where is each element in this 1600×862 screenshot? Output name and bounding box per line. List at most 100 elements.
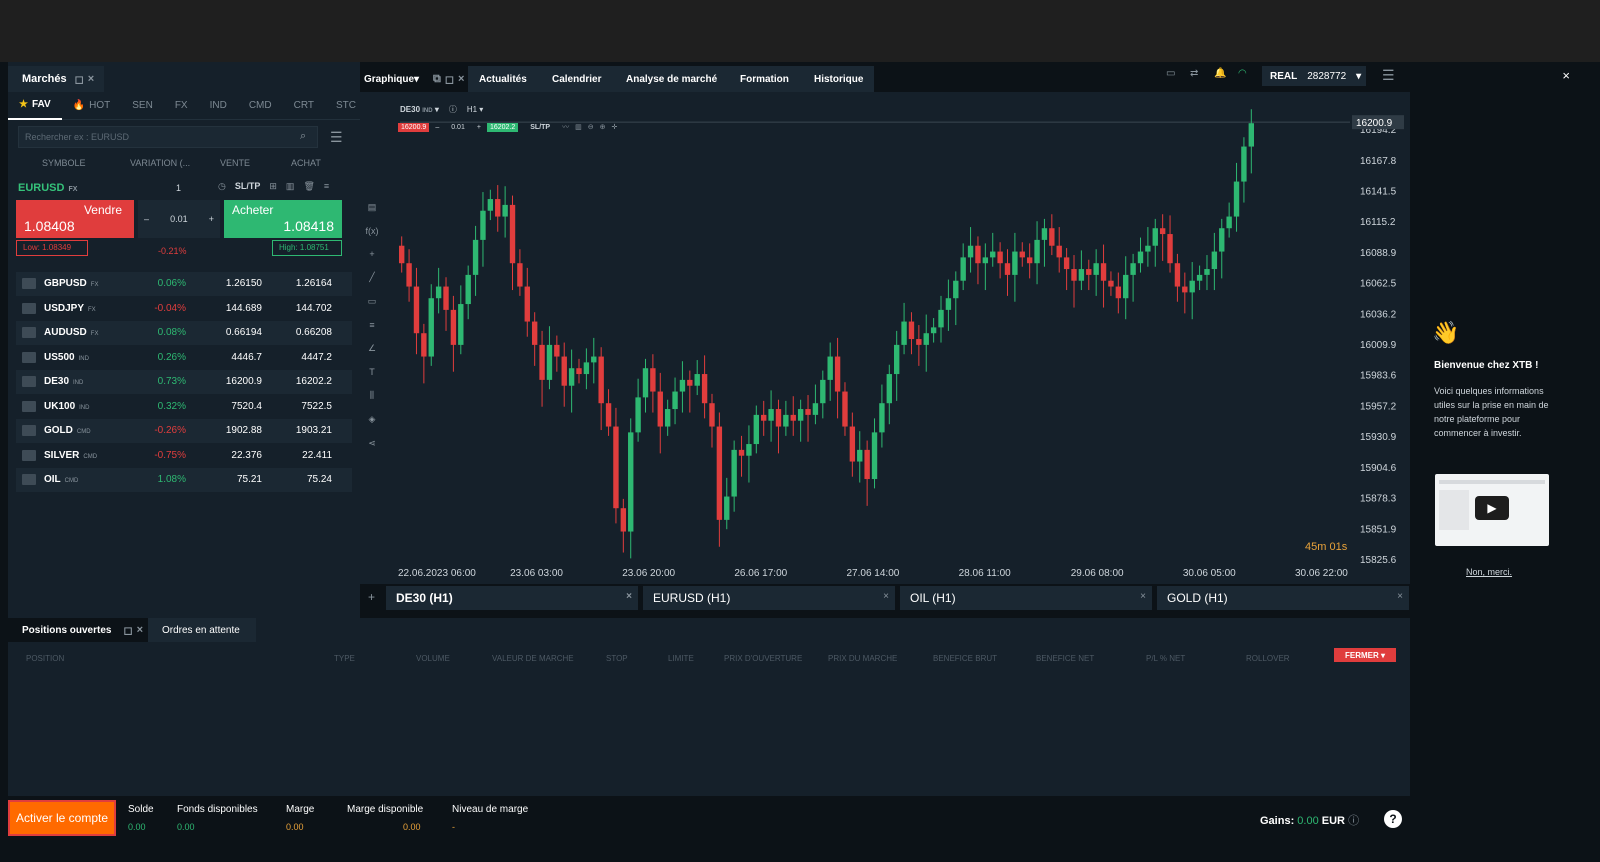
- close-icon[interactable]: ×: [1562, 68, 1570, 83]
- minus-icon[interactable]: –: [144, 214, 149, 224]
- tab-sen[interactable]: SEN: [121, 92, 164, 120]
- chart-area[interactable]: DE30 IND ▾ ⓘ H1 ▾ 16200.9 – 0.01 + 16202…: [360, 92, 1410, 584]
- video-thumbnail[interactable]: ▶: [1435, 474, 1549, 546]
- play-icon[interactable]: ▶: [1475, 496, 1509, 520]
- row-sell[interactable]: 7520.4: [208, 401, 262, 412]
- market-row[interactable]: OIL CMD 1.08% 75.21 75.24: [16, 468, 352, 492]
- row-buy[interactable]: 1.26164: [278, 278, 332, 289]
- network-icon[interactable]: ⇄: [1190, 68, 1198, 79]
- market-row[interactable]: SILVER CMD -0.75% 22.376 22.411: [16, 444, 352, 468]
- row-sell[interactable]: 22.376: [208, 450, 262, 461]
- dismiss-link[interactable]: Non, merci.: [1466, 567, 1512, 577]
- list-view-icon[interactable]: ☰: [330, 129, 343, 146]
- chart-tab-eurusd[interactable]: EURUSD (H1) ×: [643, 586, 895, 610]
- tab-open-positions[interactable]: Positions ouvertes ◻ ×: [8, 618, 148, 642]
- menu-icon[interactable]: ☰: [1382, 67, 1395, 84]
- market-row[interactable]: AUDUSD FX 0.08% 0.66194 0.66208: [16, 321, 352, 345]
- clock-icon[interactable]: ◷: [218, 181, 226, 192]
- add-chart-button[interactable]: +: [368, 590, 375, 604]
- close-icon[interactable]: ×: [1397, 591, 1403, 602]
- col-market-price[interactable]: PRIX DU MARCHE: [828, 654, 897, 663]
- tab-fav[interactable]: ★ FAV: [8, 92, 62, 120]
- col-net-profit[interactable]: BENEFICE NET: [1036, 654, 1094, 663]
- tab-fx[interactable]: FX: [164, 92, 199, 120]
- market-row[interactable]: USDJPY FX -0.04% 144.689 144.702: [16, 297, 352, 321]
- market-row[interactable]: DE30 IND 0.73% 16200.9 16202.2: [16, 370, 352, 394]
- tab-ind[interactable]: IND: [199, 92, 238, 120]
- row-buy[interactable]: 144.702: [278, 303, 332, 314]
- row-sell[interactable]: 16200.9: [208, 376, 262, 387]
- plus-icon[interactable]: +: [209, 214, 214, 224]
- row-buy[interactable]: 75.24: [278, 474, 332, 485]
- chart-tab-oil[interactable]: OIL (H1) ×: [900, 586, 1152, 610]
- trash-icon[interactable]: 🗑: [303, 181, 314, 192]
- maximize-icon[interactable]: ◻: [445, 73, 454, 86]
- market-row[interactable]: GBPUSD FX 0.06% 1.26150 1.26164: [16, 272, 352, 296]
- col-sell[interactable]: VENTE: [220, 158, 250, 168]
- close-icon[interactable]: ×: [458, 73, 464, 85]
- sell-button[interactable]: Vendre 1.08408: [16, 200, 134, 238]
- col-volume[interactable]: VOLUME: [416, 654, 450, 663]
- col-variation[interactable]: VARIATION (...: [130, 158, 190, 168]
- search-input[interactable]: Rechercher ex : EURUSD: [18, 126, 318, 148]
- search-icon[interactable]: ⌕: [300, 130, 306, 143]
- row-sell[interactable]: 0.66194: [208, 327, 262, 338]
- tab-crt[interactable]: CRT: [283, 92, 325, 120]
- tab-pending-orders[interactable]: Ordres en attente: [148, 618, 256, 642]
- tab-calendar[interactable]: Calendrier: [552, 66, 601, 92]
- popout-icon[interactable]: ◻: [123, 624, 132, 637]
- bell-icon[interactable]: 🔔: [1214, 68, 1226, 79]
- market-row[interactable]: UK100 IND 0.32% 7520.4 7522.5: [16, 395, 352, 419]
- tab-market-analysis[interactable]: Analyse de marché: [626, 66, 717, 92]
- lot-stepper[interactable]: – 0.01 +: [138, 200, 220, 238]
- tab-chart[interactable]: Graphique ▾ ⧉ ◻ ×: [364, 66, 464, 92]
- row-sell[interactable]: 75.21: [208, 474, 262, 485]
- close-all-button[interactable]: FERMER ▾: [1334, 648, 1396, 662]
- row-sell[interactable]: 144.689: [208, 303, 262, 314]
- close-icon[interactable]: ×: [1140, 591, 1146, 602]
- selected-symbol[interactable]: EURUSD FX: [18, 182, 77, 194]
- tab-education[interactable]: Formation: [740, 66, 789, 92]
- settings-icon[interactable]: ≡: [324, 181, 329, 192]
- tab-hot[interactable]: 🔥 HOT: [62, 92, 122, 120]
- lot-value[interactable]: 0.01: [170, 214, 188, 224]
- account-selector[interactable]: REAL 2828772 ▾: [1262, 66, 1366, 86]
- help-button[interactable]: ?: [1384, 810, 1402, 828]
- close-icon[interactable]: ×: [137, 624, 143, 636]
- tab-news[interactable]: Actualités: [479, 66, 527, 92]
- row-buy[interactable]: 16202.2: [278, 376, 332, 387]
- tab-cmd[interactable]: CMD: [238, 92, 283, 120]
- chart-tab-gold[interactable]: GOLD (H1) ×: [1157, 586, 1409, 610]
- col-pl-net[interactable]: P/L % NET: [1146, 654, 1185, 663]
- chart-tab-de30[interactable]: DE30 (H1) ×: [386, 586, 638, 610]
- buy-button[interactable]: Acheter 1.08418: [224, 200, 342, 238]
- row-buy[interactable]: 1903.21: [278, 425, 332, 436]
- row-buy[interactable]: 22.411: [278, 450, 332, 461]
- col-market-value[interactable]: VALEUR DE MARCHE: [492, 654, 574, 663]
- plus-icon[interactable]: ⊞: [269, 181, 277, 192]
- row-buy[interactable]: 4447.2: [278, 352, 332, 363]
- row-buy[interactable]: 0.66208: [278, 327, 332, 338]
- close-icon[interactable]: ×: [626, 591, 632, 602]
- activate-account-button[interactable]: Activer le compte: [8, 800, 116, 836]
- layout-icon[interactable]: ▭: [1166, 68, 1175, 79]
- popout-icon[interactable]: ⧉: [433, 73, 441, 86]
- row-sell[interactable]: 1.26150: [208, 278, 262, 289]
- row-sell[interactable]: 1902.88: [208, 425, 262, 436]
- chart-icon[interactable]: ▥: [286, 181, 295, 192]
- markets-tab[interactable]: Marchés ◻ ×: [8, 66, 104, 92]
- col-stop[interactable]: STOP: [606, 654, 628, 663]
- close-icon[interactable]: ×: [88, 73, 94, 85]
- col-type[interactable]: TYPE: [334, 654, 355, 663]
- col-buy[interactable]: ACHAT: [291, 158, 321, 168]
- tab-history[interactable]: Historique: [814, 66, 863, 92]
- sltp-button[interactable]: SL/TP: [235, 181, 261, 192]
- col-rollover[interactable]: ROLLOVER: [1246, 654, 1290, 663]
- col-position[interactable]: POSITION: [26, 654, 64, 663]
- row-sell[interactable]: 4446.7: [208, 352, 262, 363]
- candlestick-chart[interactable]: 16194.216167.816141.516115.216088.916062…: [360, 92, 1410, 584]
- row-buy[interactable]: 7522.5: [278, 401, 332, 412]
- col-gross-profit[interactable]: BENEFICE BRUT: [933, 654, 997, 663]
- market-row[interactable]: GOLD CMD -0.26% 1902.88 1903.21: [16, 419, 352, 443]
- col-symbol[interactable]: SYMBOLE: [42, 158, 86, 168]
